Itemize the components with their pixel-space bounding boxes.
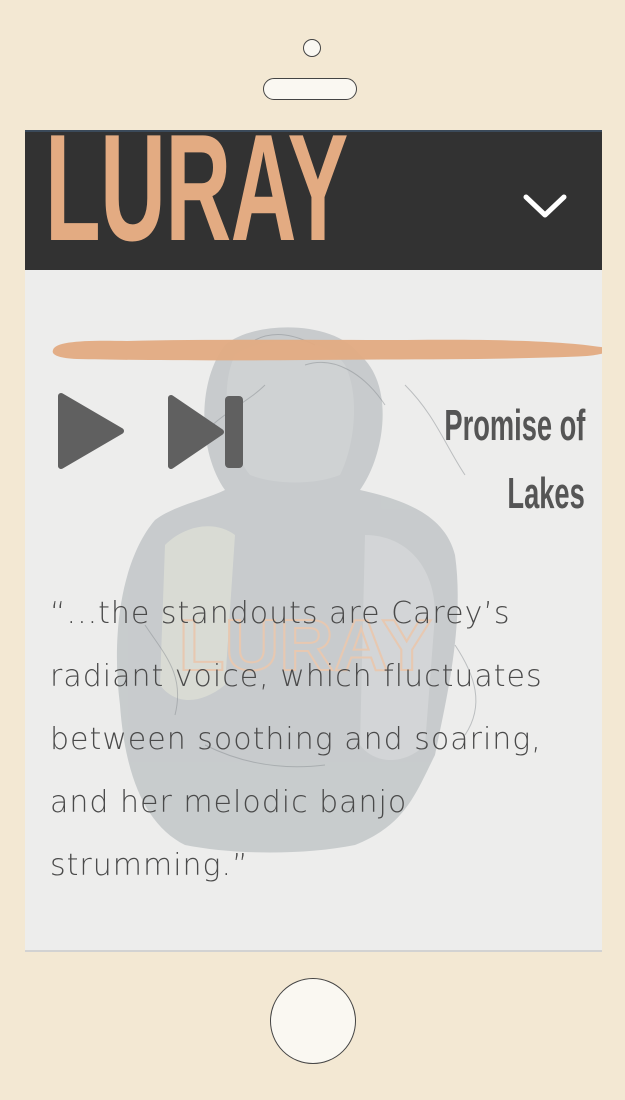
- site-header: LURAY: [25, 130, 602, 270]
- track-title-line-2: Lakes: [507, 469, 585, 518]
- play-button[interactable]: [57, 392, 125, 470]
- track-title-line-1: Promise of: [444, 401, 585, 450]
- phone-speaker: [263, 78, 357, 100]
- brush-stroke-divider: [52, 339, 602, 361]
- track-title: Promise of Lakes: [355, 392, 585, 528]
- site-logo[interactable]: LURAY: [45, 132, 348, 264]
- phone-home-button[interactable]: [270, 978, 356, 1064]
- menu-toggle-button[interactable]: [520, 187, 570, 227]
- next-track-button[interactable]: [167, 394, 247, 470]
- review-quote: “...the standouts are Carey’s radiant vo…: [50, 596, 543, 883]
- phone-screen: LURAY LURAY Promise of Lakes “...the sta…: [25, 130, 602, 950]
- skip-forward-icon: [168, 395, 243, 469]
- chevron-down-icon: [523, 194, 567, 218]
- phone-camera: [303, 39, 321, 57]
- play-icon: [58, 393, 124, 469]
